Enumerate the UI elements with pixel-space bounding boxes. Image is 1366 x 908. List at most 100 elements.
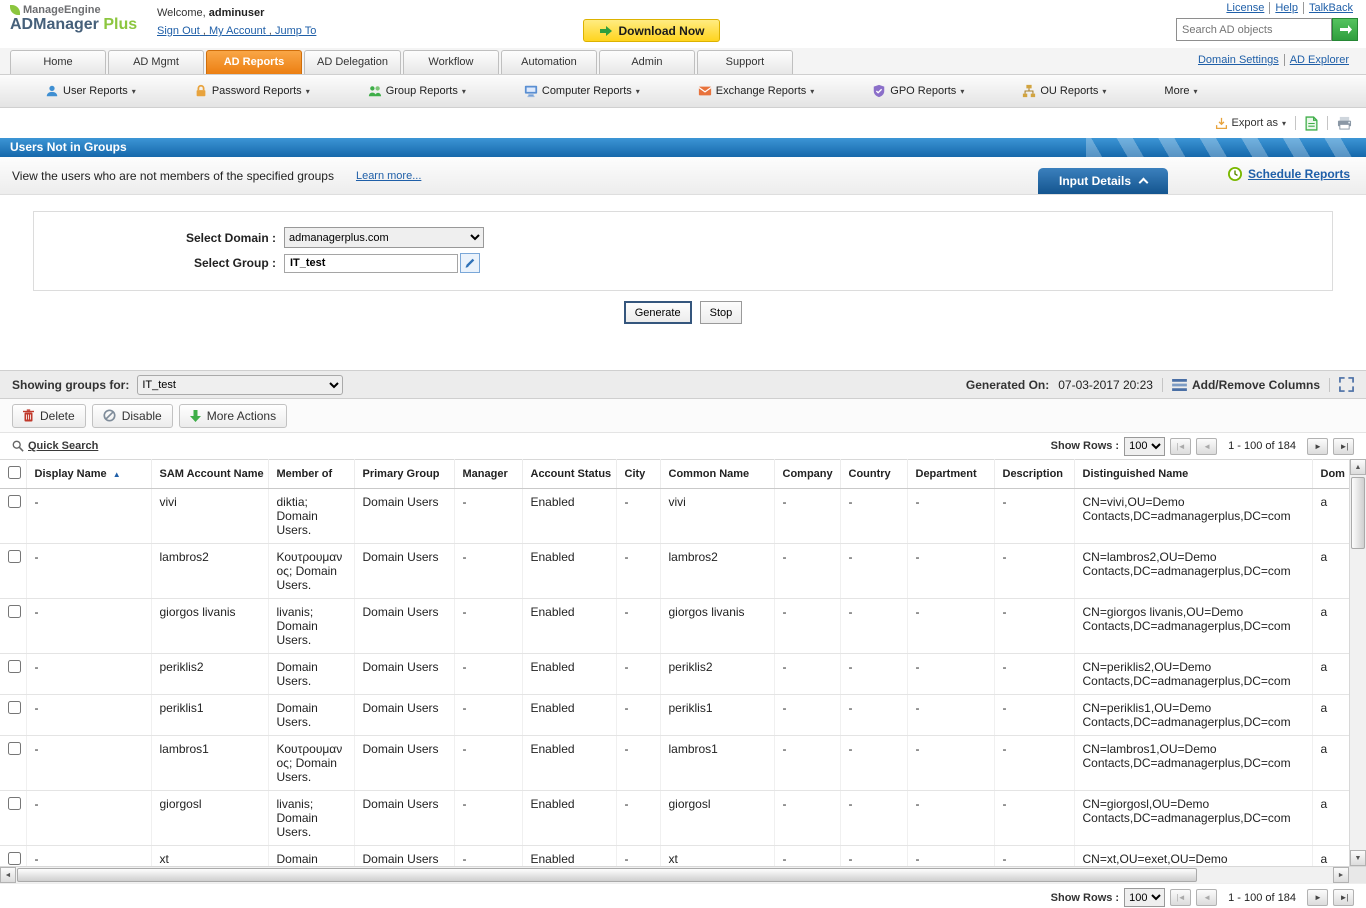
divider	[1161, 377, 1163, 392]
row-checkbox[interactable]	[8, 550, 21, 563]
save-report-icon[interactable]	[1305, 115, 1318, 131]
input-details-toggle[interactable]: Input Details	[1038, 168, 1168, 194]
menu-computer-reports[interactable]: Computer Reports ▾	[524, 84, 640, 98]
help-link[interactable]: Help	[1269, 2, 1303, 14]
menu-gpo-reports[interactable]: GPO Reports ▾	[872, 84, 964, 98]
col-sam-account-name[interactable]: SAM Account Name	[151, 459, 269, 489]
horizontal-scroll-thumb[interactable]	[17, 868, 1197, 882]
tab-ad-delegation[interactable]: AD Delegation	[304, 50, 401, 74]
scroll-right-button[interactable]: ►	[1333, 867, 1349, 883]
show-rows-select[interactable]: 100	[1124, 436, 1166, 456]
row-checkbox[interactable]	[8, 701, 21, 714]
last-page-button[interactable]: ►|	[1333, 437, 1354, 455]
prev-page-button[interactable]: ◄	[1196, 889, 1218, 906]
ad-object-search-input[interactable]	[1176, 18, 1332, 41]
schedule-reports-link[interactable]: Schedule Reports	[1227, 166, 1350, 182]
tab-automation[interactable]: Automation	[500, 50, 597, 74]
export-as-button[interactable]: Export as ▾	[1215, 117, 1286, 130]
cell-department: -	[907, 653, 995, 695]
delete-button[interactable]: Delete	[12, 403, 86, 428]
col-distinguished-name[interactable]: Distinguished Name	[1074, 459, 1313, 489]
more-actions-button[interactable]: More Actions	[178, 403, 288, 428]
learn-more-link[interactable]: Learn more...	[356, 170, 421, 182]
col-city[interactable]: City	[616, 459, 661, 489]
domain-select[interactable]: admanagerplus.com	[284, 227, 484, 248]
row-checkbox[interactable]	[8, 495, 21, 508]
caret-down-icon: ▾	[461, 86, 466, 96]
menu-user-reports[interactable]: User Reports ▾	[45, 84, 136, 98]
first-page-button[interactable]: |◄	[1170, 889, 1192, 906]
license-link[interactable]: License	[1221, 2, 1269, 14]
tab-ad-reports[interactable]: AD Reports	[206, 50, 302, 74]
col-account-status[interactable]: Account Status	[522, 459, 617, 489]
vertical-scrollbar[interactable]: ▲ ▼	[1349, 459, 1366, 866]
tab-ad-mgmt[interactable]: AD Mgmt	[108, 50, 204, 74]
scroll-up-button[interactable]: ▲	[1350, 459, 1366, 475]
cell-country: -	[840, 653, 908, 695]
add-remove-columns-button[interactable]: Add/Remove Columns	[1172, 378, 1320, 392]
col-description[interactable]: Description	[994, 459, 1075, 489]
col-department[interactable]: Department	[907, 459, 995, 489]
menu-group-reports[interactable]: Group Reports ▾	[368, 84, 466, 98]
menu-label: GPO Reports	[890, 85, 957, 97]
tab-workflow[interactable]: Workflow	[402, 50, 499, 74]
export-icon	[1215, 117, 1228, 130]
sign-out-link[interactable]: Sign Out	[157, 25, 209, 37]
generate-button[interactable]: Generate	[623, 301, 692, 324]
tab-home[interactable]: Home	[10, 50, 106, 74]
tab-support[interactable]: Support	[696, 50, 793, 74]
edit-group-button[interactable]	[460, 253, 480, 273]
disable-button[interactable]: Disable	[91, 403, 173, 428]
cell-company: -	[774, 845, 841, 866]
col-domain[interactable]: Dom	[1312, 459, 1349, 489]
next-page-button[interactable]: ►	[1307, 437, 1328, 455]
print-icon[interactable]	[1337, 116, 1352, 130]
horizontal-scrollbar[interactable]: ◄ ►	[0, 866, 1366, 883]
showing-group-select[interactable]: IT_test	[137, 374, 344, 395]
expand-view-button[interactable]	[1339, 377, 1354, 392]
menu-more[interactable]: More ▾	[1164, 85, 1197, 97]
my-account-link[interactable]: My Account	[209, 25, 275, 37]
menu-exchange-reports[interactable]: Exchange Reports ▾	[698, 84, 814, 98]
cell-domain: a	[1312, 735, 1349, 791]
prev-page-button[interactable]: ◄	[1196, 437, 1218, 455]
col-common-name[interactable]: Common Name	[660, 459, 775, 489]
show-rows-select[interactable]: 100	[1124, 888, 1166, 907]
download-now-button[interactable]: Download Now	[583, 19, 720, 42]
col-country[interactable]: Country	[840, 459, 908, 489]
stop-button[interactable]: Stop	[699, 301, 743, 324]
scroll-left-button[interactable]: ◄	[0, 867, 16, 883]
tab-admin[interactable]: Admin	[598, 50, 695, 74]
cell-department: -	[907, 598, 995, 654]
cell-description: -	[994, 790, 1075, 846]
col-member-of[interactable]: Member of	[268, 459, 355, 489]
search-go-button[interactable]	[1332, 18, 1358, 41]
domain-settings-link[interactable]: Domain Settings	[1193, 54, 1284, 66]
pagination-controls: Show Rows : 100 |◄ ◄ 1 - 100 of 184 ► ►|	[1051, 888, 1354, 907]
group-input[interactable]	[284, 253, 458, 273]
talkback-link[interactable]: TalkBack	[1302, 2, 1358, 14]
row-checkbox[interactable]	[8, 797, 21, 810]
row-checkbox[interactable]	[8, 852, 21, 865]
ad-explorer-link[interactable]: AD Explorer	[1283, 54, 1354, 66]
row-checkbox[interactable]	[8, 605, 21, 618]
col-primary-group[interactable]: Primary Group	[354, 459, 455, 489]
cell-primary-group: Domain Users	[354, 845, 455, 866]
vertical-scroll-thumb[interactable]	[1351, 477, 1365, 549]
col-company[interactable]: Company	[774, 459, 841, 489]
scroll-down-button[interactable]: ▼	[1350, 850, 1366, 866]
col-manager[interactable]: Manager	[454, 459, 523, 489]
last-page-button[interactable]: ►|	[1333, 889, 1354, 906]
first-page-button[interactable]: |◄	[1170, 437, 1192, 455]
next-page-button[interactable]: ►	[1307, 889, 1328, 906]
bottom-pagination-bar: Show Rows : 100 |◄ ◄ 1 - 100 of 184 ► ►|	[0, 883, 1366, 908]
row-checkbox[interactable]	[8, 742, 21, 755]
select-all-checkbox[interactable]	[8, 466, 21, 479]
col-display-name[interactable]: Display Name ▲	[26, 459, 152, 489]
row-checkbox[interactable]	[8, 660, 21, 673]
menu-ou-reports[interactable]: OU Reports ▾	[1022, 84, 1106, 98]
cell-account-status: Enabled	[522, 543, 617, 599]
menu-password-reports[interactable]: Password Reports ▾	[194, 84, 310, 98]
jump-to-link[interactable]: Jump To	[275, 25, 316, 37]
quick-search-link[interactable]: Quick Search	[12, 440, 98, 452]
